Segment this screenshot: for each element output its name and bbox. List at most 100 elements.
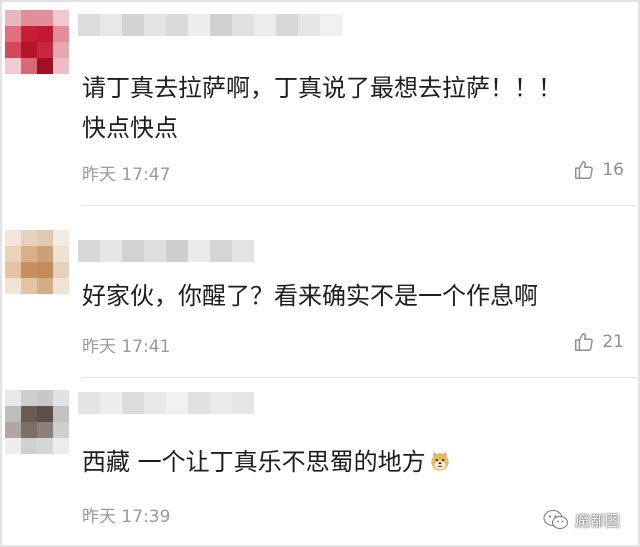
- avatar-pixel: [37, 390, 53, 406]
- username-pixel: [232, 14, 254, 36]
- avatar-pixel: [5, 262, 21, 278]
- avatar-pixel: [5, 58, 21, 74]
- avatar-pixel: [5, 438, 21, 454]
- username-pixel: [78, 392, 100, 414]
- comment-time: 昨天 17:39: [82, 507, 171, 527]
- avatar-pixel: [53, 246, 69, 262]
- avatar-pixel: [37, 278, 53, 294]
- like-button[interactable]: 21: [573, 331, 624, 353]
- avatar-pixel: [5, 26, 21, 42]
- avatar-pixel: [53, 26, 69, 42]
- thumbs-up-icon: [575, 161, 594, 179]
- username-pixel: [144, 14, 166, 36]
- username-pixel: [166, 392, 188, 414]
- avatar-pixel: [5, 278, 21, 294]
- username-pixel: [122, 392, 144, 414]
- avatar-pixel: [21, 422, 37, 438]
- comment-text-line: 好家伙，你醒了？看来确实不是一个作息啊: [82, 282, 538, 310]
- like-button[interactable]: 16: [573, 159, 624, 181]
- like-count: 21: [602, 332, 624, 352]
- username-blurred[interactable]: [78, 240, 254, 262]
- username-pixel: [320, 14, 342, 36]
- like-count: 16: [602, 160, 624, 180]
- watermark-label: 魔都图: [574, 511, 620, 530]
- avatar-pixel: [53, 422, 69, 438]
- username-pixel: [188, 14, 210, 36]
- avatar-pixel: [5, 422, 21, 438]
- avatar-pixel: [5, 406, 21, 422]
- avatar-pixel: [21, 438, 37, 454]
- comment-text: 西藏 一个让丁真乐不思蜀的地方: [82, 442, 451, 482]
- avatar-pixel: [37, 26, 53, 42]
- avatar-pixel: [53, 10, 69, 26]
- username-pixel: [188, 240, 210, 262]
- avatar-pixel: [21, 10, 37, 26]
- avatar[interactable]: [5, 230, 69, 294]
- avatar[interactable]: [5, 390, 69, 454]
- avatar-pixel: [5, 246, 21, 262]
- comment-item: 请丁真去拉萨啊，丁真说了最想去拉萨！！！ 快点快点 昨天 17:47 16: [0, 0, 640, 206]
- username-pixel: [78, 14, 100, 36]
- avatar-pixel: [21, 58, 37, 74]
- comment-text-line: 西藏 一个让丁真乐不思蜀的地方: [82, 442, 451, 482]
- avatar-pixel: [5, 42, 21, 58]
- username-pixel: [210, 392, 232, 414]
- avatar[interactable]: [5, 10, 69, 74]
- comment-time: 昨天 17:41: [82, 337, 171, 357]
- username-pixel: [254, 14, 276, 36]
- username-blurred[interactable]: [78, 392, 254, 414]
- avatar-pixel: [37, 406, 53, 422]
- avatar-pixel: [53, 438, 69, 454]
- username-pixel: [276, 14, 298, 36]
- username-pixel: [188, 392, 210, 414]
- avatar-pixel: [53, 262, 69, 278]
- watermark: 魔都图: [543, 509, 620, 531]
- comment-text-line: 快点快点: [82, 114, 178, 142]
- username-pixel: [232, 392, 254, 414]
- avatar-pixel: [21, 390, 37, 406]
- avatar-pixel: [53, 58, 69, 74]
- avatar-pixel: [21, 406, 37, 422]
- username-pixel: [100, 392, 122, 414]
- avatar-pixel: [37, 438, 53, 454]
- avatar-pixel: [37, 10, 53, 26]
- avatar-pixel: [37, 230, 53, 246]
- avatar-pixel: [37, 422, 53, 438]
- avatar-pixel: [37, 262, 53, 278]
- comment-text-line: 请丁真去拉萨啊，丁真说了最想去拉萨！！！: [82, 74, 562, 102]
- username-pixel: [298, 14, 320, 36]
- username-pixel: [144, 240, 166, 262]
- avatar-pixel: [21, 246, 37, 262]
- avatar-pixel: [53, 390, 69, 406]
- username-pixel: [232, 240, 254, 262]
- wechat-icon: [543, 510, 568, 529]
- username-pixel: [210, 14, 232, 36]
- username-pixel: [122, 14, 144, 36]
- avatar-pixel: [37, 246, 53, 262]
- username-pixel: [100, 240, 122, 262]
- username-pixel: [210, 240, 232, 262]
- username-pixel: [144, 392, 166, 414]
- avatar-pixel: [21, 262, 37, 278]
- avatar-pixel: [5, 10, 21, 26]
- avatar-pixel: [37, 58, 53, 74]
- avatar-pixel: [53, 406, 69, 422]
- username-pixel: [122, 240, 144, 262]
- avatar-pixel: [21, 278, 37, 294]
- comment-item: 好家伙，你醒了？看来确实不是一个作息啊 昨天 17:41 21: [0, 206, 640, 378]
- avatar-pixel: [5, 390, 21, 406]
- thumbs-up-icon: [575, 333, 594, 351]
- username-pixel: [166, 240, 188, 262]
- avatar-pixel: [21, 230, 37, 246]
- username-pixel: [78, 240, 100, 262]
- avatar-pixel: [21, 26, 37, 42]
- comment-text-content: 西藏 一个让丁真乐不思蜀的地方: [82, 448, 426, 476]
- comment-text: 好家伙，你醒了？看来确实不是一个作息啊: [82, 276, 538, 316]
- avatar-pixel: [37, 42, 53, 58]
- username-blurred[interactable]: [78, 14, 342, 36]
- username-pixel: [166, 14, 188, 36]
- avatar-pixel: [53, 230, 69, 246]
- avatar-pixel: [53, 278, 69, 294]
- avatar-pixel: [21, 42, 37, 58]
- username-pixel: [100, 14, 122, 36]
